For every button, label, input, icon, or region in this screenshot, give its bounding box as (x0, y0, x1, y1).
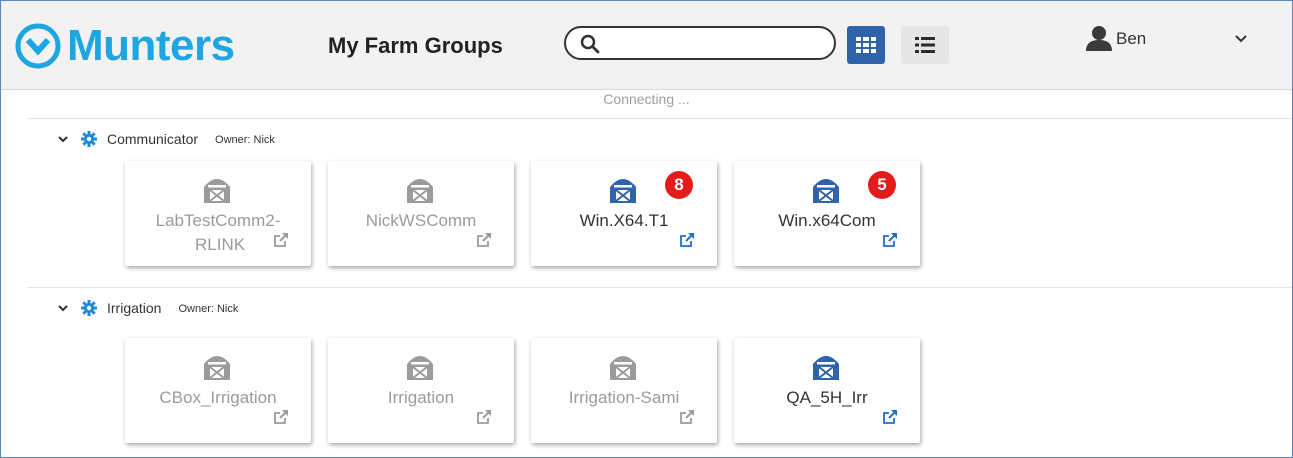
farm-card[interactable]: QA_5H_Irr (734, 338, 920, 443)
search-input[interactable] (608, 32, 827, 56)
external-link-icon[interactable] (679, 409, 695, 425)
alarm-count-badge: 8 (665, 171, 693, 199)
group-name: Communicator (107, 131, 199, 147)
farm-name: LabTestComm2- (155, 211, 281, 230)
barn-icon (204, 179, 230, 203)
barn-icon (610, 179, 636, 203)
collapse-chevron-icon[interactable] (57, 133, 69, 145)
barn-icon (610, 356, 636, 380)
group-name: Irrigation (107, 300, 162, 316)
external-link-icon[interactable] (273, 409, 289, 425)
group-owner: Owner: Nick (215, 134, 275, 146)
group-header: Irrigation Owner: Nick (57, 300, 238, 316)
group-owner: Owner: Nick (178, 303, 239, 315)
munters-logo-icon (15, 23, 61, 69)
group-header: Communicator Owner: Nick (57, 131, 275, 147)
search-icon (580, 34, 600, 54)
gear-icon[interactable] (81, 300, 97, 316)
external-link-icon[interactable] (273, 232, 289, 248)
farm-card[interactable]: CBox_Irrigation (125, 338, 311, 443)
list-icon (915, 37, 935, 53)
farm-name: Irrigation-Sami (568, 388, 680, 407)
external-link-icon[interactable] (476, 232, 492, 248)
farm-card[interactable]: 5 Win.x64Com (734, 161, 920, 266)
farm-name: QA_5H_Irr (786, 388, 868, 407)
gear-icon[interactable] (81, 131, 97, 147)
barn-icon (813, 356, 839, 380)
farm-name: Win.x64Com (778, 211, 876, 230)
farm-card[interactable]: Irrigation-Sami (531, 338, 717, 443)
external-link-icon[interactable] (679, 232, 695, 248)
farm-card[interactable]: Irrigation (328, 338, 514, 443)
farm-name: Irrigation (387, 388, 455, 407)
barn-icon (813, 179, 839, 203)
barn-icon (407, 179, 433, 203)
farm-card[interactable]: 8 Win.X64.T1 (531, 161, 717, 266)
farm-name: CBox_Irrigation (159, 388, 277, 407)
user-profile[interactable]: Ben (1084, 25, 1146, 51)
brand-name: Munters (67, 21, 235, 70)
farm-card[interactable]: NickWSComm (328, 161, 514, 266)
munters-logo[interactable]: Munters (15, 21, 235, 71)
farm-card[interactable]: LabTestComm2- RLINK (125, 161, 311, 266)
external-link-icon[interactable] (476, 409, 492, 425)
app-window: Munters My Farm Groups Ben Connecting ..… (0, 0, 1293, 458)
grid-view-button[interactable] (847, 26, 885, 64)
user-icon (1086, 26, 1112, 51)
grid-icon (856, 37, 876, 53)
barn-icon (407, 356, 433, 380)
farm-name: Win.X64.T1 (579, 211, 669, 230)
farm-group-communicator: Communicator Owner: Nick LabTestComm2- R… (27, 118, 1292, 288)
collapse-chevron-icon[interactable] (57, 302, 69, 314)
alarm-count-badge: 5 (868, 171, 896, 199)
list-view-button[interactable] (901, 26, 949, 64)
page-title: My Farm Groups (328, 33, 503, 58)
search-box[interactable] (564, 26, 836, 60)
farm-name-line2: RLINK (195, 235, 246, 254)
top-bar: Munters My Farm Groups Ben (1, 1, 1292, 90)
connection-status: Connecting ... (603, 91, 690, 107)
barn-icon (204, 356, 230, 380)
farm-group-irrigation: Irrigation Owner: Nick CBox_Irrigation I… (27, 287, 1292, 457)
user-name: Ben (1116, 29, 1147, 48)
chevron-down-icon[interactable] (1234, 34, 1248, 44)
farm-name: NickWSComm (365, 211, 477, 230)
external-link-icon[interactable] (882, 232, 898, 248)
external-link-icon[interactable] (882, 409, 898, 425)
